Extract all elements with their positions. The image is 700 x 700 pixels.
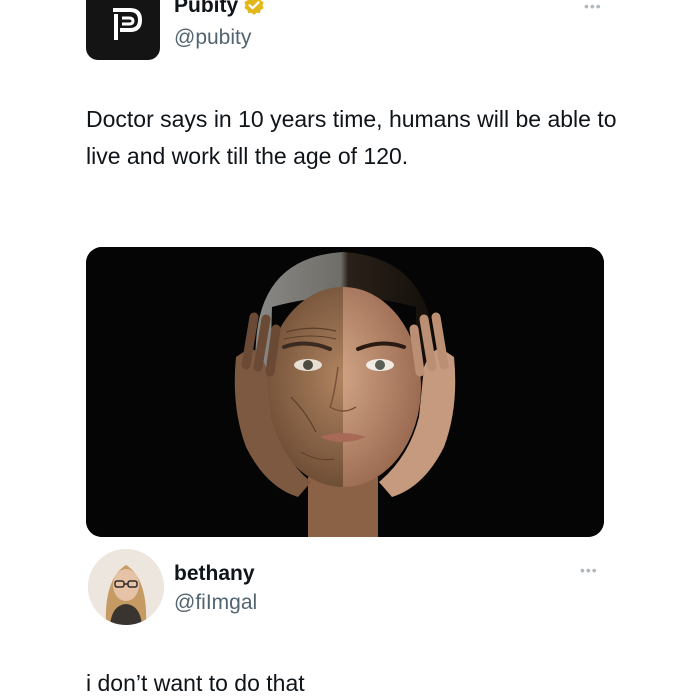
author-name-text[interactable]: Pubity [174,0,238,18]
more-options-icon[interactable]: ••• [580,562,598,578]
aging-face-image [86,247,604,537]
tweet-author-handle[interactable]: @pubity [174,26,251,50]
reply-author-name[interactable]: bethany [174,562,255,586]
more-options-icon[interactable]: ••• [584,0,602,14]
profile-photo-icon [88,549,164,625]
bethany-avatar[interactable] [88,549,164,625]
pubity-avatar[interactable] [86,0,160,60]
verified-badge-icon [242,0,266,18]
reply-text: i don’t want to do that [86,670,305,696]
tweet-text: Doctor says in 10 years time, humans wil… [86,106,617,169]
tweet-photo[interactable] [86,247,604,537]
reply-author-handle[interactable]: @fiImgal [174,591,257,615]
pubity-logo-icon [113,8,143,40]
tweet-author-name[interactable]: Pubity [174,0,266,18]
